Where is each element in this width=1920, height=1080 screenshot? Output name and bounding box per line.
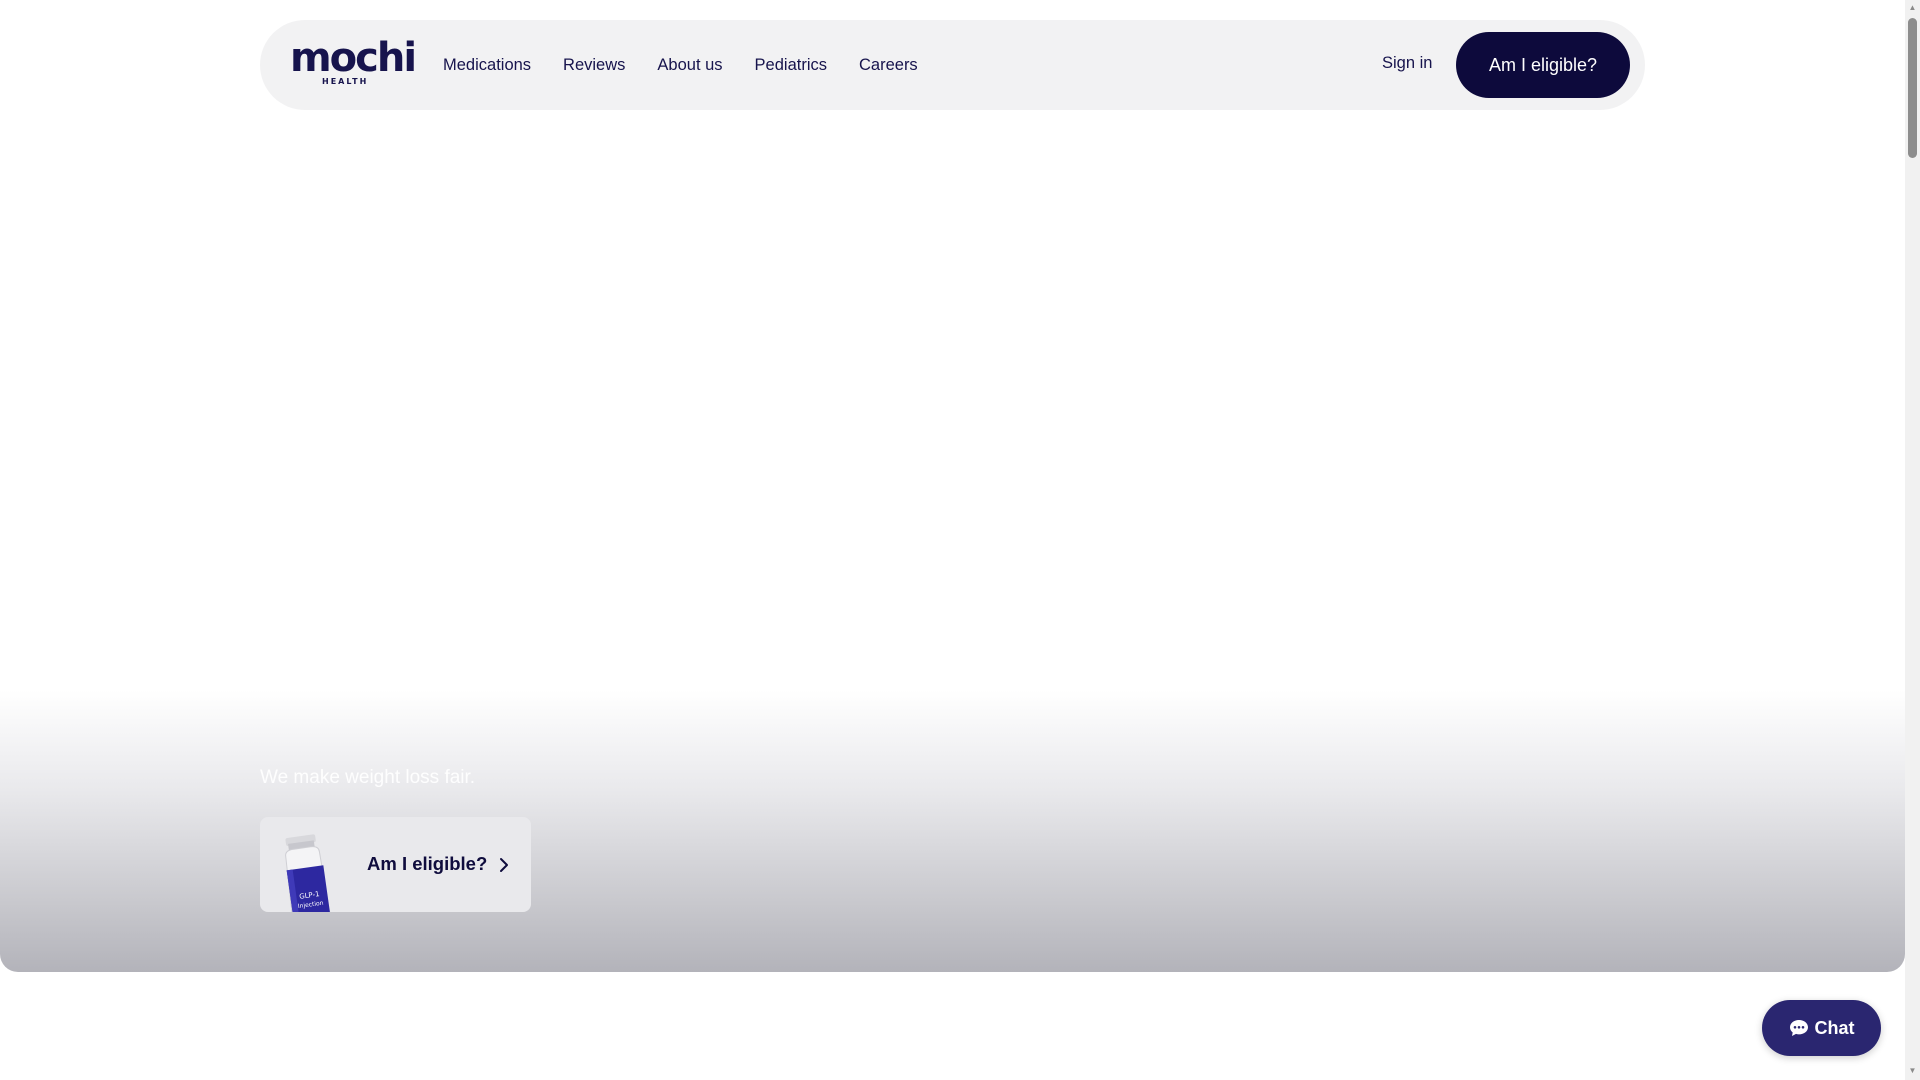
scroll-down-arrow-icon[interactable]: ▼	[1908, 1066, 1917, 1075]
hero-eligibility-card[interactable]: GLP-1 Injection Am I eligible?	[260, 817, 531, 912]
nav-eligibility-button[interactable]: Am I eligible?	[1456, 32, 1630, 98]
glp1-vial-image: GLP-1 Injection	[285, 834, 332, 912]
scroll-up-arrow-icon[interactable]: ▲	[1908, 3, 1917, 12]
scrollbar-thumb[interactable]	[1908, 18, 1917, 158]
chat-button[interactable]: Chat	[1762, 1000, 1881, 1056]
nav-link-medications[interactable]: Medications	[443, 56, 531, 75]
chevron-right-icon	[500, 858, 508, 872]
logo-subtitle: HEALTH	[322, 77, 369, 86]
page-viewport: mochi HEALTH Medications Reviews About u…	[0, 0, 1905, 1080]
mochi-health-logo[interactable]: mochi HEALTH	[290, 36, 417, 90]
hero-eligibility-label: Am I eligible?	[367, 853, 488, 874]
nav-link-about-us[interactable]: About us	[657, 56, 722, 75]
chat-label: Chat	[1814, 1017, 1855, 1038]
nav-link-reviews[interactable]: Reviews	[563, 56, 625, 75]
sign-in-link[interactable]: Sign in	[1382, 54, 1432, 73]
hero-tagline: We make weight loss fair.	[260, 767, 476, 788]
top-navigation-bar: mochi HEALTH Medications Reviews About u…	[260, 20, 1645, 110]
logo-wordmark: mochi	[290, 35, 417, 81]
primary-nav-links: Medications Reviews About us Pediatrics …	[443, 20, 950, 110]
page-scrollbar[interactable]: ▲ ▼	[1905, 0, 1920, 1080]
hero-section: mochi HEALTH Medications Reviews About u…	[0, 0, 1905, 972]
speech-bubble-icon	[1789, 1020, 1808, 1036]
nav-link-careers[interactable]: Careers	[859, 56, 918, 75]
nav-link-pediatrics[interactable]: Pediatrics	[755, 56, 827, 75]
